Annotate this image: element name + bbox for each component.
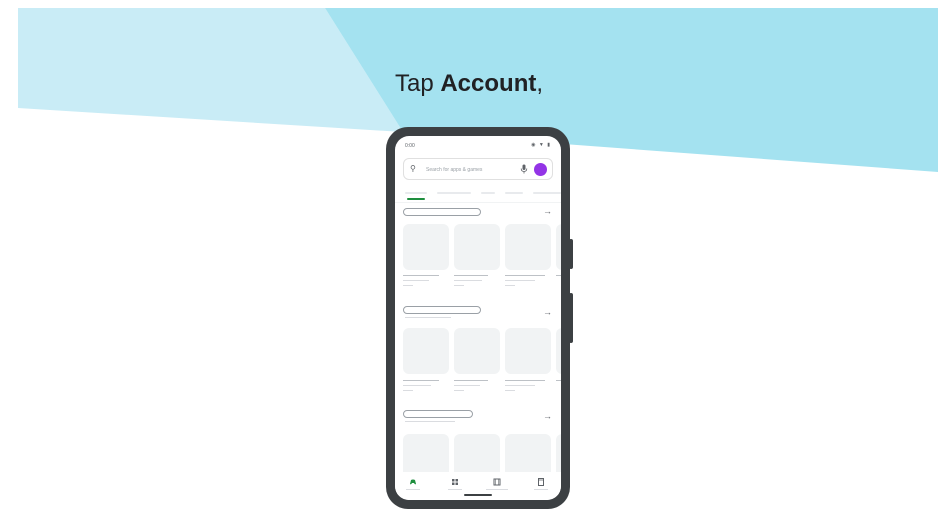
- nav-label-games: [406, 489, 420, 490]
- tab-5[interactable]: [533, 192, 561, 194]
- app-name-line: [454, 275, 488, 276]
- app-card[interactable]: [454, 224, 500, 270]
- section-title-placeholder-1: [403, 208, 481, 216]
- status-time: 0:00: [405, 143, 415, 149]
- app-card[interactable]: [556, 328, 561, 374]
- instruction-headline: Tap Account,: [0, 70, 938, 98]
- section-title-placeholder-3: [403, 410, 473, 418]
- app-rating-line: [403, 285, 413, 286]
- app-name-line: [454, 380, 488, 381]
- section-subtitle-line: [405, 317, 451, 318]
- tab-selected-indicator: [407, 198, 425, 200]
- app-name-line: [403, 275, 439, 276]
- books-icon[interactable]: [537, 478, 545, 486]
- app-name-line: [403, 380, 439, 381]
- app-rating-line: [505, 285, 515, 286]
- status-icons: ◉ ▼ ▮: [531, 142, 551, 148]
- arrow-forward-icon[interactable]: →: [543, 206, 552, 216]
- app-meta-line: [403, 385, 431, 386]
- section-title-placeholder-2: [403, 306, 481, 314]
- account-avatar[interactable]: [534, 163, 547, 176]
- app-name-line: [556, 380, 561, 381]
- app-meta-line: [403, 280, 429, 281]
- app-card[interactable]: [505, 224, 551, 270]
- category-tabs: [403, 188, 561, 200]
- headline-prefix: Tap: [394, 70, 441, 97]
- tab-2[interactable]: [437, 192, 471, 194]
- tabs-divider: [395, 202, 561, 203]
- app-rating-line: [505, 390, 515, 391]
- phone-power-button: [569, 293, 573, 343]
- app-meta-line: [505, 385, 535, 386]
- nav-label-movies: [486, 489, 508, 490]
- nav-label-books: [534, 489, 548, 490]
- app-card[interactable]: [454, 328, 500, 374]
- mic-icon[interactable]: [520, 164, 528, 174]
- arrow-forward-icon[interactable]: →: [543, 411, 552, 421]
- app-meta-line: [454, 280, 482, 281]
- search-placeholder: Search for apps & games: [426, 167, 483, 173]
- tab-1[interactable]: [405, 192, 427, 194]
- nav-label-apps: [448, 489, 462, 490]
- status-bar: 0:00 ◉ ▼ ▮: [395, 136, 561, 154]
- app-card[interactable]: [556, 224, 561, 270]
- app-card[interactable]: [403, 328, 449, 374]
- games-icon[interactable]: [409, 478, 417, 486]
- phone-volume-button: [569, 239, 573, 269]
- search-bar[interactable]: ⚲ Search for apps & games: [403, 158, 553, 180]
- section-subtitle-line: [405, 421, 455, 422]
- app-card[interactable]: [403, 224, 449, 270]
- headline-suffix: ,: [536, 70, 544, 97]
- movies-icon[interactable]: [493, 478, 501, 486]
- app-rating-line: [454, 285, 464, 286]
- app-rating-line: [403, 390, 413, 391]
- app-name-line: [556, 275, 561, 276]
- tab-3[interactable]: [481, 192, 495, 194]
- app-rating-line: [454, 390, 464, 391]
- tab-4[interactable]: [505, 192, 523, 194]
- home-indicator: [464, 494, 492, 496]
- app-name-line: [505, 380, 545, 381]
- app-card[interactable]: [505, 328, 551, 374]
- headline-emphasis: Account: [440, 70, 537, 97]
- tutorial-slide: Tap Account, 0:00 ◉ ▼ ▮ ⚲ Search for app…: [0, 0, 938, 518]
- phone-mockup: 0:00 ◉ ▼ ▮ ⚲ Search for apps & games → →…: [386, 127, 573, 509]
- app-meta-line: [454, 385, 480, 386]
- app-meta-line: [505, 280, 535, 281]
- apps-icon[interactable]: [451, 478, 459, 486]
- app-name-line: [505, 275, 545, 276]
- arrow-forward-icon[interactable]: →: [543, 307, 552, 317]
- search-icon: ⚲: [410, 164, 416, 173]
- phone-screen: 0:00 ◉ ▼ ▮ ⚲ Search for apps & games → →…: [395, 136, 561, 500]
